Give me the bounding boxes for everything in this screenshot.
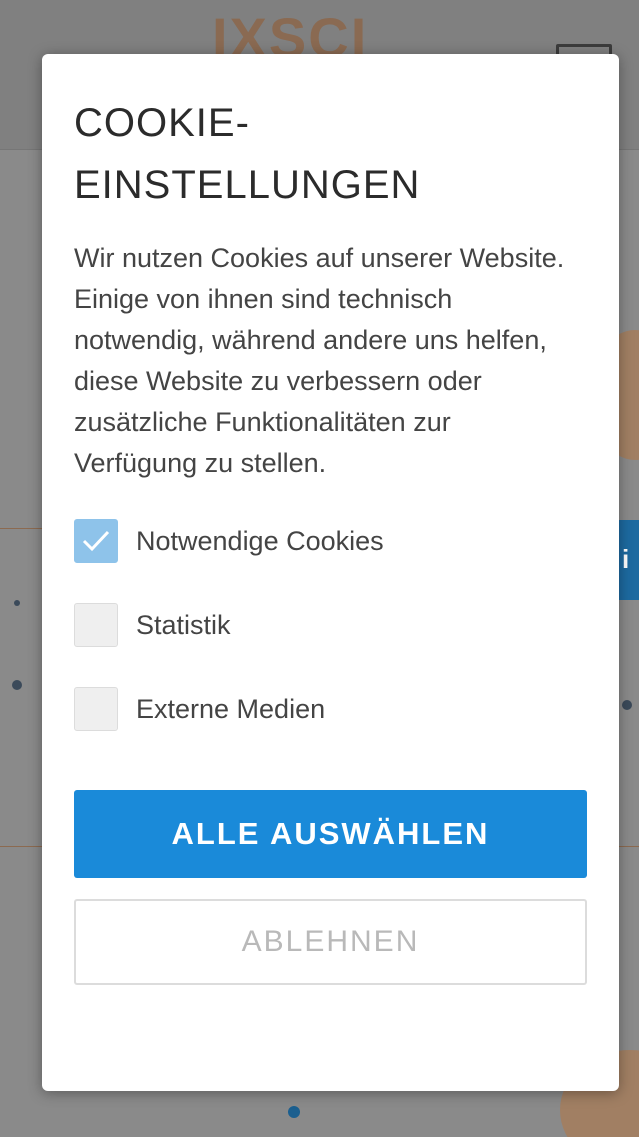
decor-dot <box>12 680 22 690</box>
decor-dot <box>622 700 632 710</box>
option-label: Notwendige Cookies <box>136 526 384 556</box>
option-label: Statistik <box>136 610 231 640</box>
statistics-checkbox[interactable] <box>74 603 118 647</box>
option-necessary-cookies[interactable]: Notwendige Cookies <box>74 518 587 564</box>
decor-dot <box>288 1106 300 1118</box>
dialog-title: COOKIE-EINSTELLUNGEN <box>74 101 421 207</box>
option-label: Externe Medien <box>136 694 326 724</box>
option-statistics[interactable]: Statistik <box>74 602 587 648</box>
external-media-checkbox[interactable] <box>74 687 118 731</box>
necessary-cookies-checkbox[interactable] <box>74 519 118 563</box>
accept-all-button[interactable]: ALLE AUSWÄHLEN <box>74 790 587 878</box>
decline-button[interactable]: ABLEHNEN <box>74 899 587 985</box>
decor-dot <box>14 600 20 606</box>
site-logo: IXSCI <box>212 10 369 60</box>
cookie-dialog: COOKIE-EINSTELLUNGEN Wir nutzen Cookies … <box>42 54 619 1091</box>
dialog-description: Wir nutzen Cookies auf unserer Website. … <box>74 243 565 478</box>
option-external-media[interactable]: Externe Medien <box>74 686 587 732</box>
info-icon: i <box>622 544 630 574</box>
checkmark-icon <box>82 530 110 552</box>
